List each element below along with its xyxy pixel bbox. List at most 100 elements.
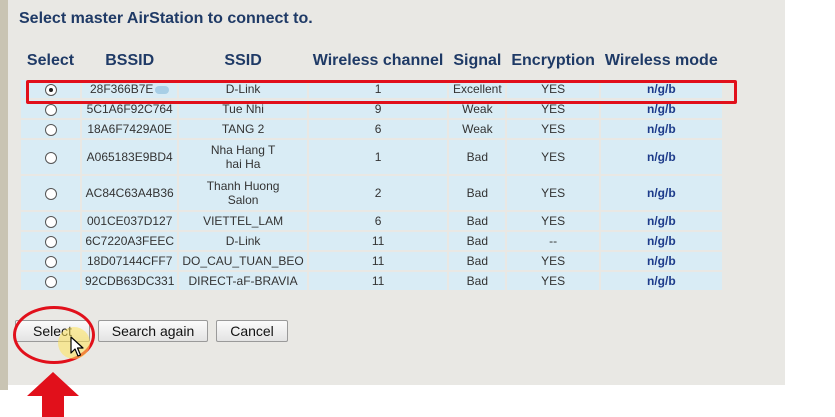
cell-mode: n/g/b — [600, 100, 722, 118]
ssid-line: Salon — [227, 193, 259, 207]
table-row[interactable]: 92CDB63DC331 DIRECT-aF-BRAVIA 11 Bad YES n/g/… — [21, 272, 722, 290]
cell-signal: Bad — [449, 272, 506, 290]
cell-encryption: -- — [507, 232, 599, 250]
cell-channel: 6 — [308, 120, 448, 138]
page-heading: Select master AirStation to connect to. — [19, 10, 313, 27]
cell-signal: Bad — [449, 140, 506, 174]
ssid-line: Tue Nhi — [222, 102, 264, 116]
bssid-text: A065183E9BD4 — [86, 150, 173, 164]
cell-channel: 1 — [308, 80, 448, 98]
cell-select — [21, 252, 80, 270]
table-row[interactable]: 5C1A6F92C764 Tue Nhi 9 Weak YES n/g/b — [21, 100, 722, 118]
cell-encryption: YES — [507, 176, 599, 210]
radio-button-icon[interactable] — [44, 215, 57, 228]
cell-select — [21, 100, 80, 118]
cell-signal: Bad — [449, 176, 506, 210]
ssid-line: D-Link — [225, 234, 261, 248]
table-body: 28F366B7E D-Link 1 Excellent YES n/g/b 5C1A6F9… — [21, 80, 722, 290]
cell-mode: n/g/b — [600, 272, 722, 290]
ssid-line: Thanh Huong — [206, 179, 280, 193]
cell-encryption: YES — [507, 120, 599, 138]
cell-ssid: Thanh Huong Salon — [179, 176, 307, 210]
cell-select — [21, 80, 80, 98]
cell-channel: 1 — [308, 140, 448, 174]
ssid-line: TANG 2 — [221, 122, 265, 136]
ssid-line: DIRECT-aF-BRAVIA — [188, 274, 298, 288]
bssid-text: 6C7220A3FEEC — [85, 234, 175, 248]
ssid-line: Nha Hang T — [210, 143, 276, 157]
column-header-bssid: BSSID — [105, 52, 155, 69]
cell-channel: 11 — [308, 272, 448, 290]
bssid-text: AC84C63A4B36 — [85, 186, 174, 200]
cell-signal: Excellent — [449, 80, 506, 98]
cell-encryption: YES — [507, 100, 599, 118]
cell-mode: n/g/b — [600, 80, 722, 98]
ssid-line: D-Link — [225, 82, 261, 96]
select-button[interactable]: Select — [15, 320, 90, 342]
table-row[interactable]: 18D07144CFF7 DO_CAU_TUAN_BEO 11 Bad YES n/g/b — [21, 252, 722, 270]
bssid-text: 18D07144CFF7 — [87, 254, 173, 268]
cell-ssid: TANG 2 — [179, 120, 307, 138]
cell-select — [21, 140, 80, 174]
radio-button-icon[interactable] — [44, 123, 57, 136]
obscured-bssid-suffix — [155, 85, 170, 94]
cell-bssid: 001CE037D127 — [82, 212, 178, 230]
bssid-text: 18A6F7429A0E — [87, 122, 173, 136]
cell-encryption: YES — [507, 140, 599, 174]
cell-select — [21, 176, 80, 210]
column-header-encryption: Encryption — [511, 52, 595, 69]
cell-select — [21, 272, 80, 290]
cell-bssid: 18D07144CFF7 — [82, 252, 178, 270]
cell-channel: 2 — [308, 176, 448, 210]
cell-mode: n/g/b — [600, 212, 722, 230]
cell-select — [21, 232, 80, 250]
cell-signal: Weak — [449, 120, 506, 138]
ssid-line: VIETTEL_LAM — [203, 214, 284, 228]
bssid-text: 28F366B7E — [90, 82, 154, 96]
cell-encryption: YES — [507, 252, 599, 270]
cell-select — [21, 120, 80, 138]
radio-button-icon[interactable] — [44, 103, 57, 116]
column-header-channel: Wireless channel — [312, 52, 444, 69]
radio-button-icon[interactable] — [44, 275, 57, 288]
table-header-row: Select BSSID SSID Wireless channel Signa… — [21, 50, 722, 78]
bssid-text: 92CDB63DC331 — [85, 274, 175, 288]
cancel-button[interactable]: Cancel — [216, 320, 288, 342]
radio-button-icon[interactable] — [44, 235, 57, 248]
table-row[interactable]: 28F366B7E D-Link 1 Excellent YES n/g/b — [21, 80, 722, 98]
bssid-text: 5C1A6F92C764 — [86, 102, 173, 116]
cell-bssid: AC84C63A4B36 — [82, 176, 178, 210]
search-again-button[interactable]: Search again — [98, 320, 208, 342]
radio-button-icon[interactable] — [44, 83, 57, 96]
radio-button-icon[interactable] — [44, 255, 57, 268]
radio-button-icon[interactable] — [44, 151, 57, 164]
left-edge-strip — [0, 0, 8, 390]
table-row[interactable]: AC84C63A4B36 Thanh Huong Salon 2 Bad YES n/g/b — [21, 176, 722, 210]
ssid-line: DO_CAU_TUAN_BEO — [182, 254, 304, 268]
table-row[interactable]: 6C7220A3FEEC D-Link 11 Bad -- n/g/b — [21, 232, 722, 250]
cell-bssid: 5C1A6F92C764 — [82, 100, 178, 118]
cell-ssid: DO_CAU_TUAN_BEO — [179, 252, 307, 270]
cell-mode: n/g/b — [600, 140, 722, 174]
cell-ssid: VIETTEL_LAM — [179, 212, 307, 230]
ssid-line: hai Ha — [225, 157, 261, 171]
cell-mode: n/g/b — [600, 176, 722, 210]
table-row[interactable]: 18A6F7429A0E TANG 2 6 Weak YES n/g/b — [21, 120, 722, 138]
table-row[interactable]: A065183E9BD4 Nha Hang Thai Ha 1 Bad YES n/g/b — [21, 140, 722, 174]
column-header-signal: Signal — [453, 52, 502, 69]
cell-ssid: Tue Nhi — [179, 100, 307, 118]
cell-select — [21, 212, 80, 230]
bssid-text: 001CE037D127 — [86, 214, 173, 228]
cell-channel: 6 — [308, 212, 448, 230]
table-row[interactable]: 001CE037D127 VIETTEL_LAM 6 Bad YES n/g/b — [21, 212, 722, 230]
cell-mode: n/g/b — [600, 232, 722, 250]
cell-signal: Bad — [449, 252, 506, 270]
cell-ssid: DIRECT-aF-BRAVIA — [179, 272, 307, 290]
cell-encryption: YES — [507, 212, 599, 230]
cell-ssid: D-Link — [179, 232, 307, 250]
column-header-ssid: SSID — [224, 52, 262, 69]
cell-ssid: Nha Hang Thai Ha — [179, 140, 307, 174]
cell-bssid: 6C7220A3FEEC — [82, 232, 178, 250]
cell-ssid: D-Link — [179, 80, 307, 98]
radio-button-icon[interactable] — [44, 187, 57, 200]
